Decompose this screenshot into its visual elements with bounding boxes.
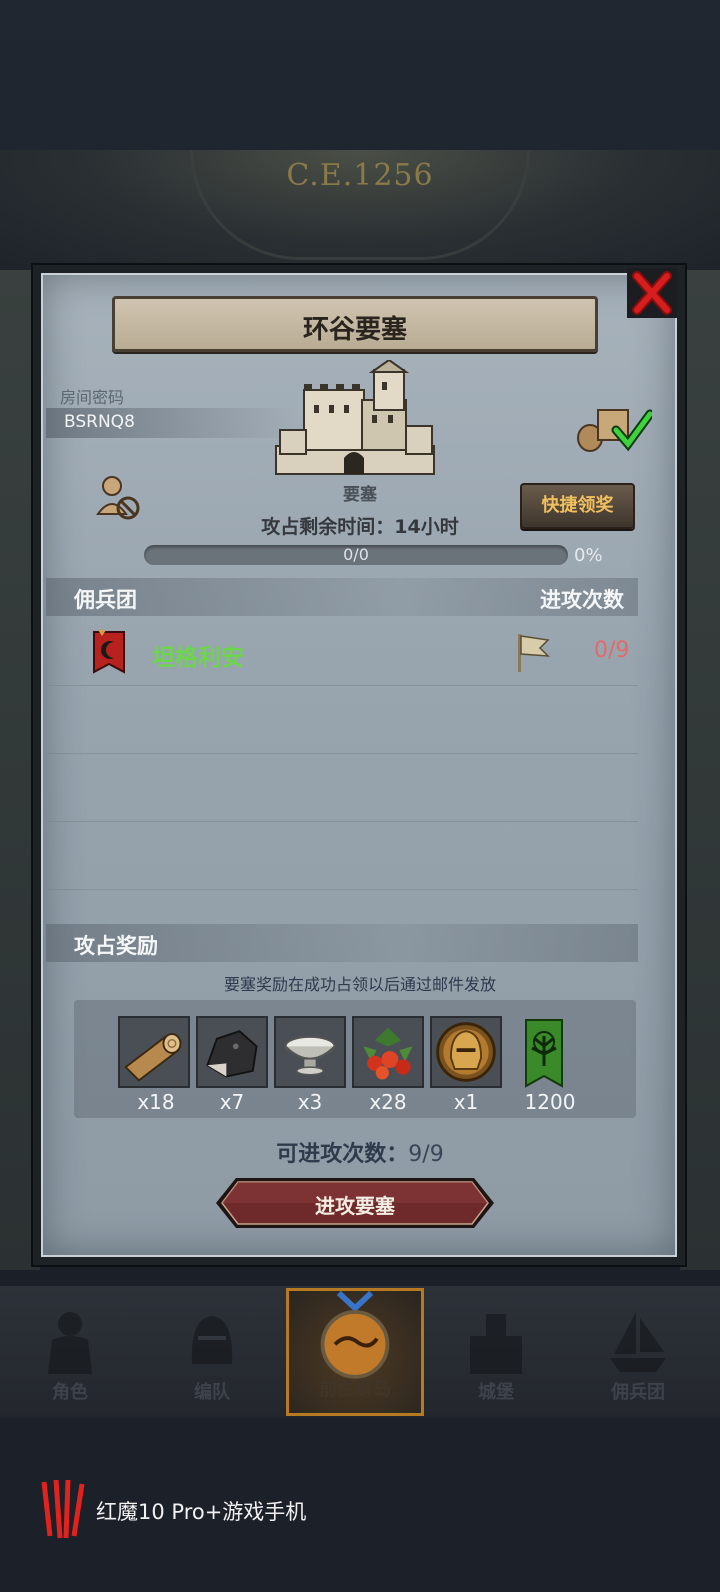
ship-icon (610, 1312, 666, 1372)
helmet-coin-icon (432, 1018, 500, 1086)
attack-fortress-label: 进攻要塞 (315, 1194, 395, 1218)
brand-watermark: 红魔10 Pro+游戏手机 (96, 1500, 307, 1524)
reward-qty: x3 (297, 1090, 323, 1114)
castle-icon (470, 1314, 522, 1374)
progress-percent: 0% (574, 545, 603, 566)
wood-log-icon (120, 1018, 188, 1086)
nav-formation[interactable]: 编队 (152, 1300, 272, 1412)
rewards-note: 要塞奖励在成功占领以后通过邮件发放 (223, 975, 496, 994)
capture-progress-bar: 0/0 (144, 545, 568, 565)
nav-mercenaries[interactable]: 佣兵团 (578, 1300, 698, 1412)
reward-bowl[interactable] (274, 1016, 346, 1088)
mercenary-attacks: 0/9 (594, 638, 630, 663)
reward-wood[interactable] (118, 1016, 190, 1088)
claimed-reward-icon[interactable] (576, 404, 652, 454)
dialog-title: 环谷要塞 (302, 315, 407, 345)
title-scroll: 环谷要塞 (112, 296, 598, 352)
flag-icon (518, 634, 550, 672)
nav-character[interactable]: 角色 (10, 1300, 130, 1412)
close-icon[interactable] (625, 266, 679, 320)
empty-row (46, 822, 638, 890)
reward-helmet[interactable] (430, 1016, 502, 1088)
nav-label: 前往群岛 (319, 1379, 391, 1400)
empty-row (46, 754, 638, 822)
room-code-value: BSRNQ8 (46, 408, 296, 438)
knight-icon (48, 1312, 92, 1374)
reward-qty: x28 (369, 1090, 407, 1114)
mercenary-header: 佣兵团 (74, 588, 137, 612)
silver-bowl-icon (276, 1018, 344, 1086)
nav-label: 编队 (194, 1382, 230, 1403)
mercenary-name: 坦格利安 (152, 645, 244, 671)
nav-label: 城堡 (478, 1382, 514, 1403)
nav-go-islands[interactable]: 前往群岛 (286, 1288, 424, 1416)
era-label: C.E.1256 (286, 158, 434, 193)
fortress-castle-icon (275, 360, 435, 475)
nav-label: 角色 (52, 1382, 88, 1403)
ore-stone-icon (198, 1018, 266, 1086)
reward-qty: x1 (453, 1090, 479, 1114)
rewards-header: 攻占奖励 (74, 934, 158, 958)
tree-banner-icon (525, 1019, 563, 1088)
capture-timer: 攻占剩余时间：14小时 (261, 516, 459, 538)
remaining-attacks: 可进攻次数：9/9 (0, 1136, 720, 1168)
berries-icon (354, 1018, 422, 1086)
remaining-attacks-value: 9/9 (408, 1142, 444, 1167)
remaining-attacks-label: 可进攻次数： (276, 1142, 409, 1167)
attack-fortress-button[interactable]: 进攻要塞 (214, 1176, 496, 1230)
progress-count: 0/0 (343, 545, 369, 564)
nav-castle[interactable]: 城堡 (436, 1300, 556, 1412)
room-code-label: 房间密码 (60, 388, 125, 407)
helmet-icon (191, 1316, 233, 1364)
reward-ore[interactable] (196, 1016, 268, 1088)
reward-qty: x7 (219, 1090, 245, 1114)
reward-qty: x18 (137, 1090, 175, 1114)
attacks-header: 进攻次数 (540, 588, 624, 612)
mercenary-banner-icon (93, 630, 125, 674)
reward-banner[interactable] (508, 1016, 580, 1088)
red-magic-logo (41, 1479, 85, 1539)
reward-qty: 1200 (524, 1090, 576, 1114)
empty-row (46, 686, 638, 754)
reward-berries[interactable] (352, 1016, 424, 1088)
nav-label: 佣兵团 (611, 1382, 665, 1403)
